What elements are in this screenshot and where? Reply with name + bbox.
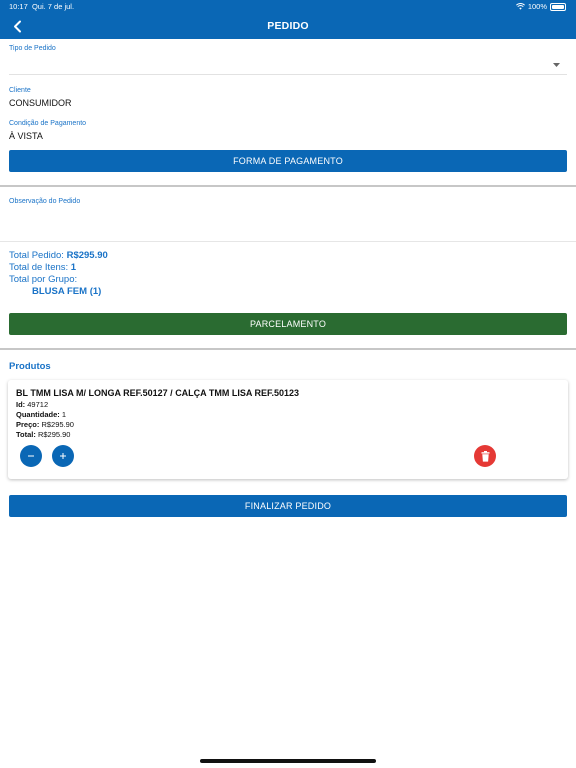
section-divider bbox=[0, 185, 576, 187]
product-card: BL TMM LISA M/ LONGA REF.50127 / CALÇA T… bbox=[8, 380, 568, 479]
condicao-pagamento-label: Condição de Pagamento bbox=[9, 120, 87, 127]
decrease-quantity-button[interactable] bbox=[20, 445, 42, 467]
dropdown-arrow-icon bbox=[553, 63, 560, 67]
tipo-pedido-underline bbox=[9, 74, 567, 75]
total-grupo-label: Total por Grupo: bbox=[9, 274, 78, 285]
total-itens: Total de Itens: 1 bbox=[9, 262, 76, 273]
cliente-field[interactable]: CONSUMIDOR bbox=[9, 98, 72, 108]
app-header: 10:17 Qui. 7 de jul. 100% PEDIDO bbox=[0, 0, 576, 39]
product-price-label: Preço: bbox=[16, 420, 40, 429]
status-date: Qui. 7 de jul. bbox=[31, 2, 75, 11]
delete-product-button[interactable] bbox=[474, 445, 496, 467]
battery-icon bbox=[550, 2, 566, 11]
produtos-title: Produtos bbox=[9, 361, 51, 372]
forma-pagamento-button[interactable]: FORMA DE PAGAMENTO bbox=[9, 150, 567, 172]
product-id-value: 49712 bbox=[27, 400, 49, 409]
observacao-underline bbox=[0, 241, 576, 242]
plus-icon bbox=[60, 453, 66, 459]
increase-quantity-button[interactable] bbox=[52, 445, 74, 467]
product-quantity-value: 1 bbox=[61, 410, 67, 419]
product-price: Preço: R$295.90 bbox=[16, 420, 74, 429]
product-quantity-label: Quantidade: bbox=[16, 410, 60, 419]
product-total-label: Total: bbox=[16, 430, 36, 439]
grupo-item: BLUSA FEM (1) bbox=[32, 286, 102, 297]
section-divider bbox=[0, 348, 576, 350]
condicao-pagamento-field[interactable]: À VISTA bbox=[9, 131, 43, 141]
observacao-label: Observação do Pedido bbox=[9, 198, 81, 205]
product-id: Id: 49712 bbox=[16, 400, 48, 409]
tipo-pedido-label: Tipo de Pedido bbox=[9, 45, 56, 52]
product-total: Total: R$295.90 bbox=[16, 430, 70, 439]
status-bar: 10:17 Qui. 7 de jul. 100% bbox=[0, 0, 576, 13]
product-price-value: R$295.90 bbox=[41, 420, 74, 429]
observacao-input[interactable] bbox=[9, 208, 576, 241]
product-total-value: R$295.90 bbox=[37, 430, 71, 439]
trash-icon bbox=[481, 450, 489, 462]
total-pedido-label: Total Pedido: bbox=[9, 250, 64, 261]
finalizar-pedido-button[interactable]: FINALIZAR PEDIDO bbox=[9, 495, 567, 517]
minus-icon bbox=[28, 455, 34, 457]
product-name: BL TMM LISA M/ LONGA REF.50127 / CALÇA T… bbox=[16, 388, 300, 398]
wifi-icon bbox=[515, 3, 525, 10]
tipo-pedido-select[interactable] bbox=[9, 55, 567, 74]
status-indicators: 100% bbox=[515, 2, 566, 11]
total-itens-value: 1 bbox=[70, 262, 77, 273]
battery-percent: 100% bbox=[527, 2, 547, 11]
page-title: PEDIDO bbox=[267, 20, 309, 32]
total-pedido-value: R$295.90 bbox=[66, 250, 108, 261]
product-quantity: Quantidade: 1 bbox=[16, 410, 66, 419]
status-time: 10:17 bbox=[9, 2, 28, 11]
parcelamento-button[interactable]: PARCELAMENTO bbox=[9, 313, 567, 335]
total-itens-label: Total de Itens: bbox=[9, 262, 69, 273]
total-pedido: Total Pedido: R$295.90 bbox=[9, 250, 108, 261]
product-id-label: Id: bbox=[16, 400, 26, 409]
status-datetime: 10:17 Qui. 7 de jul. bbox=[9, 2, 74, 11]
home-indicator bbox=[200, 759, 376, 763]
cliente-label: Cliente bbox=[9, 87, 31, 94]
